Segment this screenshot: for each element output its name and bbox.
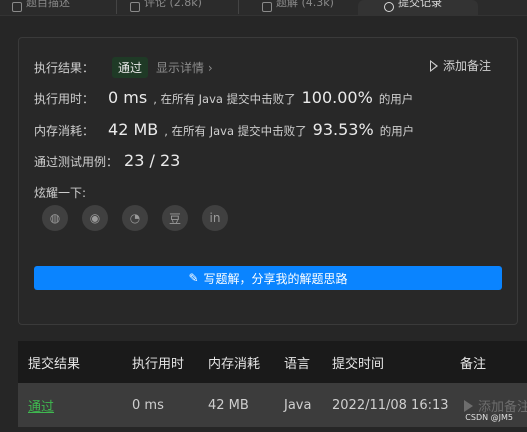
runtime-value: 0 ms xyxy=(108,88,148,107)
qq-icon[interactable]: ◔ xyxy=(122,205,148,231)
weibo-icon[interactable]: ◉ xyxy=(82,205,108,231)
watermark: CSDN @JM5 xyxy=(465,413,513,422)
row-language: Java xyxy=(284,397,312,413)
testcases-row: 通过测试用例： 23 / 23 xyxy=(34,151,186,170)
tab-divider xyxy=(116,0,117,14)
add-note-button[interactable]: 添加备注 xyxy=(429,57,491,74)
share-row: 炫耀一下: xyxy=(34,184,86,201)
runtime-suffix: 的用户 xyxy=(378,92,414,106)
row-add-note[interactable]: 添加备注 xyxy=(464,396,527,415)
memory-label: 内存消耗： xyxy=(34,124,95,138)
comment-icon xyxy=(130,2,140,12)
wechat-icon[interactable]: ◍ xyxy=(42,205,68,231)
share-icons: ◍ ◉ ◔ 豆 in xyxy=(42,205,228,231)
flag-icon xyxy=(464,399,473,412)
runtime-mid-text: , 在所有 Java 提交中击败了 xyxy=(153,92,296,106)
show-details-link[interactable]: 显示详情 › xyxy=(156,59,213,76)
runtime-row: 执行用时： 0 ms , 在所有 Java 提交中击败了 100.00% 的用户 xyxy=(34,88,413,107)
result-label: 执行结果： xyxy=(34,61,95,75)
row-runtime: 0 ms xyxy=(132,397,164,413)
tab-bar: 题目描述 评论 (2.8k) 题解 (4.3k) 提交记录 xyxy=(0,0,527,16)
solution-icon xyxy=(262,2,272,12)
write-solution-button[interactable]: ✎ 写题解，分享我的解题思路 xyxy=(34,266,502,290)
header-memory: 内存消耗 xyxy=(208,356,261,372)
runtime-percent: 100.00% xyxy=(301,88,373,107)
clock-icon xyxy=(384,2,394,12)
runtime-label: 执行用时： xyxy=(34,92,95,106)
tab-divider xyxy=(238,0,239,14)
row-time: 2022/11/08 16:13 xyxy=(332,397,449,413)
status-badge: 通过 xyxy=(112,57,149,78)
tab-description[interactable]: 题目描述 xyxy=(12,0,102,16)
header-runtime: 执行用时 xyxy=(132,356,185,372)
tab-submissions[interactable]: 提交记录 xyxy=(358,0,478,16)
header-status: 提交结果 xyxy=(28,356,81,372)
memory-mid-text: , 在所有 Java 提交中击败了 xyxy=(164,124,307,138)
header-time: 提交时间 xyxy=(332,356,385,372)
row-status-link[interactable]: 通过 xyxy=(28,396,54,415)
douban-icon[interactable]: 豆 xyxy=(162,205,188,231)
testcases-label: 通过测试用例： xyxy=(34,155,119,169)
pencil-icon: ✎ xyxy=(188,271,199,285)
memory-percent: 93.53% xyxy=(312,120,374,139)
result-row: 执行结果： 通过 显示详情 › xyxy=(34,57,213,78)
linkedin-icon[interactable]: in xyxy=(202,205,228,231)
tab-comments[interactable]: 评论 (2.8k) xyxy=(130,0,228,16)
testcases-value: 23 / 23 xyxy=(124,151,181,170)
table-header: 提交结果 执行用时 内存消耗 语言 提交时间 备注 xyxy=(18,341,527,383)
header-note: 备注 xyxy=(460,356,487,372)
submission-result-panel: 执行结果： 通过 显示详情 › 添加备注 执行用时： 0 ms , 在所有 Ja… xyxy=(18,37,518,325)
table-row[interactable]: 通过 0 ms 42 MB Java 2022/11/08 16:13 添加备注 xyxy=(18,383,527,427)
share-label: 炫耀一下: xyxy=(34,186,87,200)
memory-value: 42 MB xyxy=(108,120,159,139)
memory-row: 内存消耗： 42 MB , 在所有 Java 提交中击败了 93.53% 的用户 xyxy=(34,120,414,139)
submissions-table: 提交结果 执行用时 内存消耗 语言 提交时间 备注 通过 0 ms 42 MB … xyxy=(18,341,527,427)
flag-icon xyxy=(429,60,438,72)
header-language: 语言 xyxy=(284,356,311,372)
description-icon xyxy=(12,2,22,12)
write-solution-label: 写题解，分享我的解题思路 xyxy=(203,271,348,286)
row-memory: 42 MB xyxy=(208,397,249,413)
tab-solutions[interactable]: 题解 (4.3k) xyxy=(262,0,350,16)
memory-suffix: 的用户 xyxy=(379,124,415,138)
